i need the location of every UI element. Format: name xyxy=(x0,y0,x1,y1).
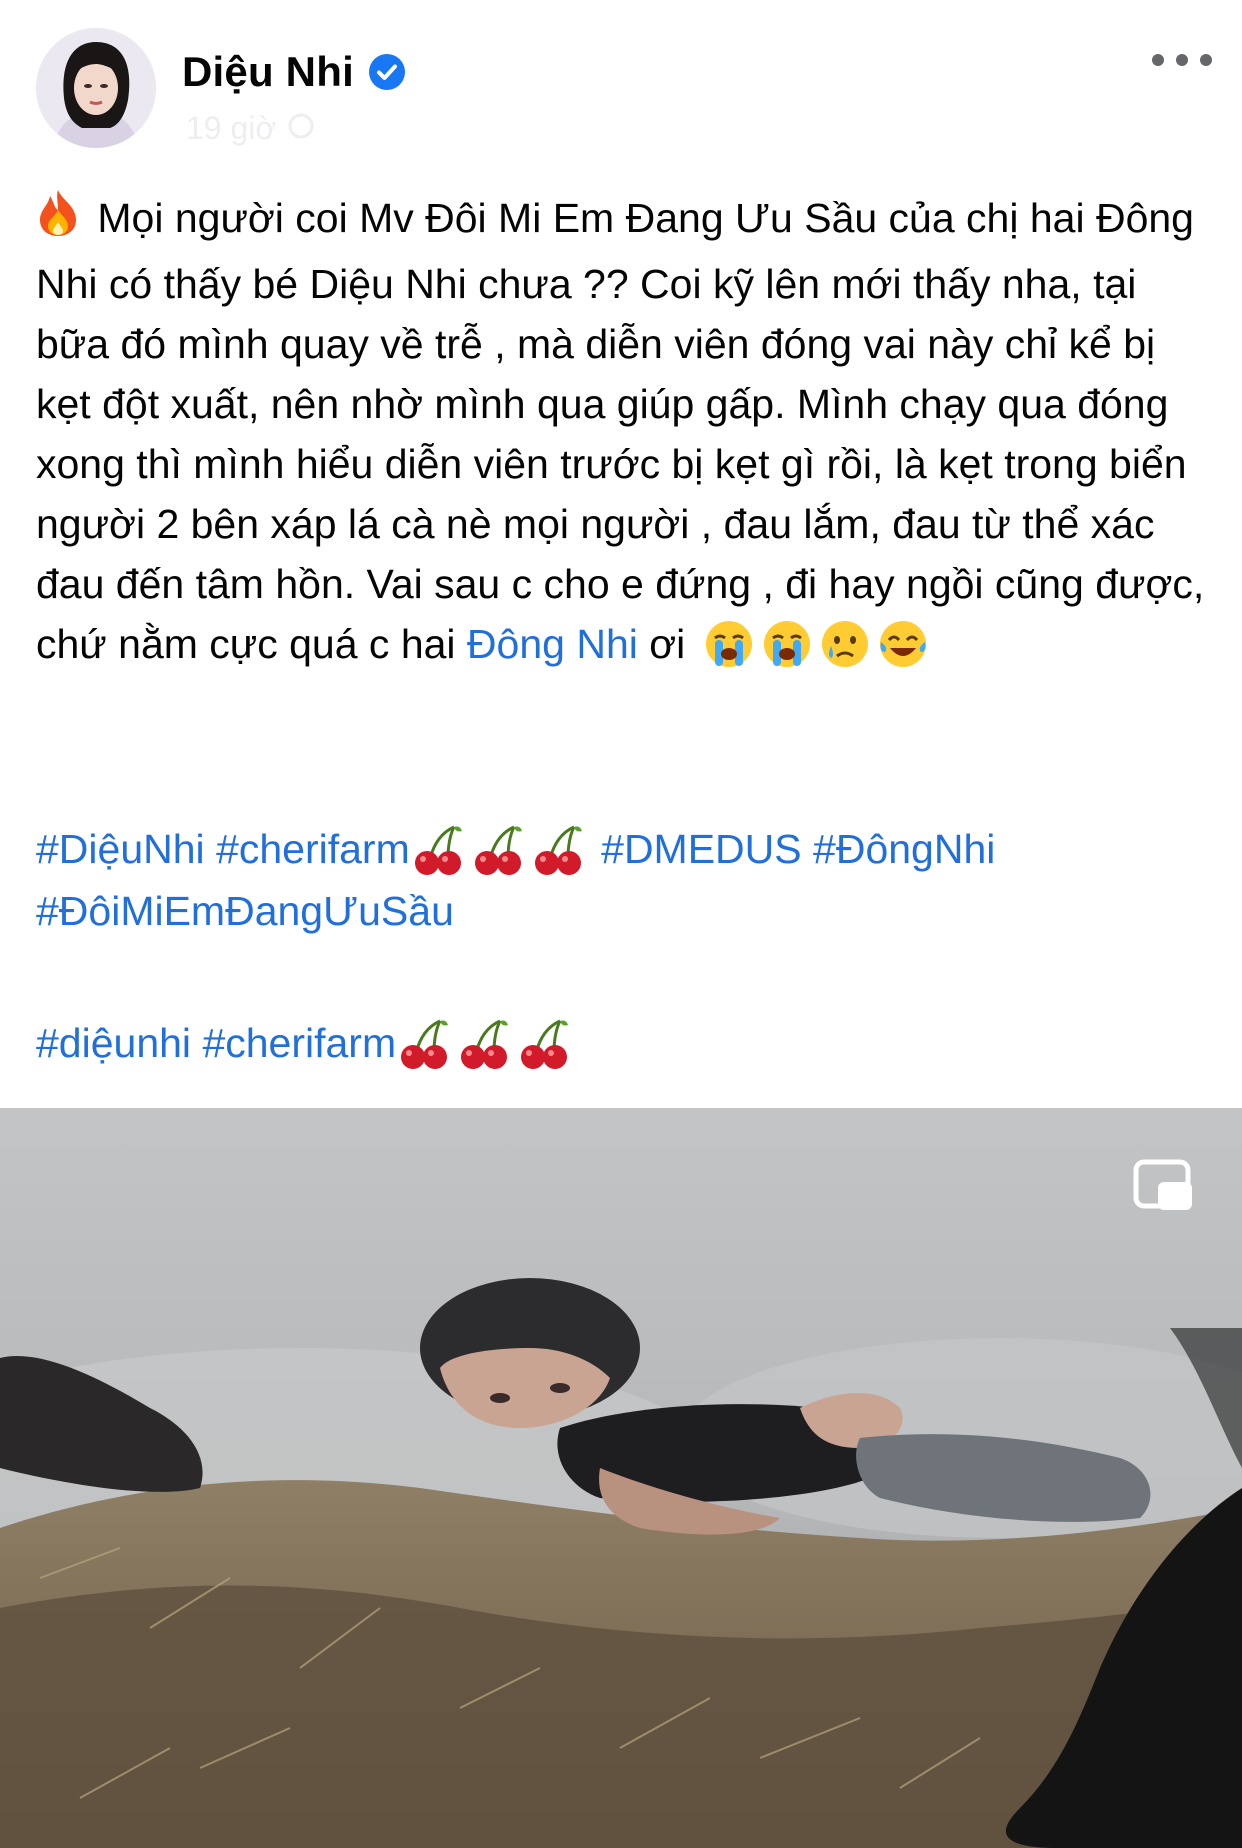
more-options-icon[interactable] xyxy=(1152,40,1212,80)
post-paragraph: Mọi người coi Mv Đôi Mi Em Đang Ưu Sầu c… xyxy=(36,188,1216,674)
hashtag-link[interactable]: #DMEDUS xyxy=(601,826,801,872)
crying-face-emoji xyxy=(819,618,871,670)
tears-of-joy-emoji xyxy=(877,618,929,670)
author-avatar[interactable] xyxy=(36,28,156,148)
post-video[interactable] xyxy=(0,1108,1242,1848)
picture-in-picture-icon[interactable] xyxy=(1132,1154,1194,1216)
hashtag-link[interactable]: #ĐôiMiEmĐangƯuSầu xyxy=(36,888,454,934)
cherries-emoji xyxy=(470,821,526,877)
cherries-emoji xyxy=(530,821,586,877)
hashtag-link[interactable]: #diệunhi xyxy=(36,1020,191,1066)
hashtag-link[interactable]: #cherifarm xyxy=(202,1020,396,1066)
hashtags-block-1: #DiệuNhi #cherifarm #DMEDUS #ĐôngNhi #Đô… xyxy=(36,818,1216,942)
author-name[interactable]: Diệu Nhi xyxy=(182,48,354,96)
author-row: Diệu Nhi xyxy=(182,44,406,100)
timestamp-text: 19 giờ xyxy=(186,110,277,146)
cherries-emoji xyxy=(410,821,466,877)
hashtag-link[interactable]: #ĐôngNhi xyxy=(813,826,995,872)
hashtag-link[interactable]: #cherifarm xyxy=(216,826,410,872)
loudly-crying-face-emoji xyxy=(703,618,755,670)
hashtags-block-2: #diệunhi #cherifarm xyxy=(36,1012,1216,1074)
post-text-main: Mọi người coi Mv Đôi Mi Em Đang Ưu Sầu c… xyxy=(36,195,1205,667)
globe-icon xyxy=(288,110,314,147)
verified-badge-icon xyxy=(368,53,406,91)
cherries-emoji xyxy=(516,1015,572,1071)
post-text-tail: ơi xyxy=(637,621,686,667)
cherries-emoji xyxy=(396,1015,452,1071)
video-frame xyxy=(0,1108,1242,1848)
fire-emoji xyxy=(36,188,86,254)
hashtag-link[interactable]: #DiệuNhi xyxy=(36,826,205,872)
cherries-emoji xyxy=(456,1015,512,1071)
loudly-crying-face-emoji xyxy=(761,618,813,670)
mention-link[interactable]: Đông Nhi xyxy=(467,621,638,667)
post-timestamp[interactable]: 19 giờ xyxy=(186,110,314,147)
post-header: Diệu Nhi 19 giờ xyxy=(0,0,1242,170)
post-body: Mọi người coi Mv Đôi Mi Em Đang Ưu Sầu c… xyxy=(36,188,1216,674)
